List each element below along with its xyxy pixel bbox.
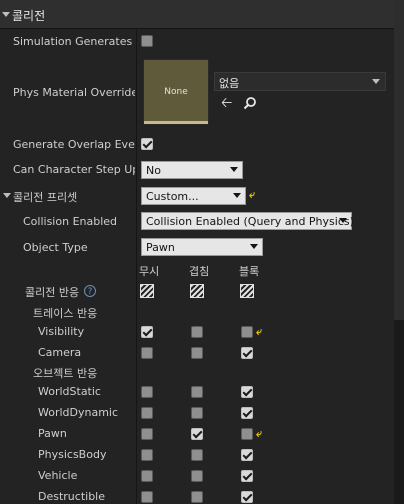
generate-overlap-events-label: Generate Overlap Events: [13, 138, 135, 151]
trace-responses-label: 트레이스 반응: [33, 307, 98, 320]
collision-presets-dropdown[interactable]: Custom...: [141, 187, 246, 205]
section-title: 콜리전: [12, 9, 46, 23]
can-character-step-up-value: No: [146, 164, 161, 177]
collision-presets-expand-icon[interactable]: [3, 193, 11, 198]
response-row-label: Pawn: [38, 427, 67, 440]
ignore-column-header: 무시: [139, 265, 160, 278]
block-column-header: 블록: [239, 265, 260, 278]
overlap-checkbox[interactable]: [191, 491, 203, 503]
ignore-checkbox[interactable]: [141, 347, 153, 359]
ignore-checkbox[interactable]: [141, 326, 153, 338]
object-type-dropdown[interactable]: Pawn: [141, 238, 263, 256]
ignore-checkbox[interactable]: [141, 428, 153, 440]
expand-arrow-icon[interactable]: [2, 12, 10, 17]
response-row-label: WorldStatic: [38, 385, 101, 398]
block-checkbox[interactable]: [241, 407, 253, 419]
scrollbar-track[interactable]: [394, 0, 404, 320]
chevron-down-icon: [233, 193, 241, 198]
thumbnail-color-bar: [144, 121, 208, 124]
simulation-generates-hit-label: Simulation Generates Hi: [13, 35, 135, 48]
block-checkbox[interactable]: [241, 428, 253, 440]
collision-presets-label: 콜리전 프리셋: [13, 191, 78, 204]
block-checkbox[interactable]: [241, 347, 253, 359]
block-checkbox[interactable]: [241, 470, 253, 482]
ignore-checkbox[interactable]: [141, 407, 153, 419]
response-row-label: WorldDynamic: [38, 406, 119, 419]
arrow-left-icon[interactable]: 🡠: [221, 96, 232, 110]
column-divider: [136, 0, 137, 504]
overlap-all-toggle[interactable]: [190, 284, 204, 298]
reset-to-default-icon[interactable]: ⤶: [256, 325, 262, 339]
response-row-label: Vehicle: [38, 469, 78, 482]
overlap-checkbox[interactable]: [191, 428, 203, 440]
chevron-down-icon: [339, 218, 347, 223]
can-character-step-up-dropdown[interactable]: No: [141, 161, 243, 179]
phys-material-thumbnail[interactable]: None: [143, 59, 209, 125]
ignore-all-toggle[interactable]: [140, 284, 154, 298]
object-type-value: Pawn: [146, 241, 175, 254]
response-row-label: Destructible: [38, 490, 105, 503]
ignore-checkbox[interactable]: [141, 491, 153, 503]
collision-section-header[interactable]: 콜리전: [0, 0, 394, 29]
ignore-checkbox[interactable]: [141, 449, 153, 461]
thumbnail-text: None: [164, 87, 188, 97]
overlap-checkbox[interactable]: [191, 386, 203, 398]
phys-material-asset-value: 없음: [219, 77, 240, 90]
response-row-label: Camera: [38, 346, 82, 359]
overlap-checkbox[interactable]: [191, 407, 203, 419]
collision-responses-label: 콜리전 반응: [25, 286, 80, 299]
block-checkbox[interactable]: [241, 491, 253, 503]
help-icon[interactable]: ?: [84, 285, 96, 297]
can-character-step-up-label: Can Character Step Up C: [13, 163, 135, 176]
phys-material-override-label: Phys Material Override: [13, 86, 135, 99]
overlap-column-header: 겹침: [189, 265, 210, 278]
block-checkbox[interactable]: [241, 449, 253, 461]
block-checkbox[interactable]: [241, 386, 253, 398]
object-responses-label: 오브젝트 반응: [33, 367, 98, 380]
chevron-down-icon: [230, 167, 238, 172]
collision-enabled-value: Collision Enabled (Query and Physics): [146, 215, 354, 228]
generate-overlap-events-checkbox[interactable]: [141, 138, 153, 150]
overlap-checkbox[interactable]: [191, 470, 203, 482]
phys-material-asset-dropdown[interactable]: 없음: [214, 72, 386, 91]
ignore-checkbox[interactable]: [141, 386, 153, 398]
overlap-checkbox[interactable]: [191, 347, 203, 359]
overlap-checkbox[interactable]: [191, 449, 203, 461]
ignore-checkbox[interactable]: [141, 470, 153, 482]
reset-to-default-icon[interactable]: ⤶: [249, 188, 255, 202]
response-row-label: Visibility: [38, 325, 85, 338]
collision-enabled-label: Collision Enabled: [23, 215, 118, 228]
search-icon[interactable]: [243, 96, 257, 110]
overlap-checkbox[interactable]: [191, 326, 203, 338]
collision-presets-value: Custom...: [146, 190, 199, 203]
response-row-label: PhysicsBody: [38, 448, 107, 461]
collision-enabled-dropdown[interactable]: Collision Enabled (Query and Physics): [141, 212, 354, 230]
object-type-label: Object Type: [23, 241, 88, 254]
block-all-toggle[interactable]: [240, 284, 254, 298]
reset-to-default-icon[interactable]: ⤶: [256, 427, 262, 441]
simulation-generates-hit-checkbox[interactable]: [141, 35, 153, 47]
chevron-down-icon: [250, 244, 258, 249]
panel-edge: [394, 320, 404, 504]
block-checkbox[interactable]: [241, 326, 253, 338]
chevron-down-icon: [372, 79, 380, 84]
